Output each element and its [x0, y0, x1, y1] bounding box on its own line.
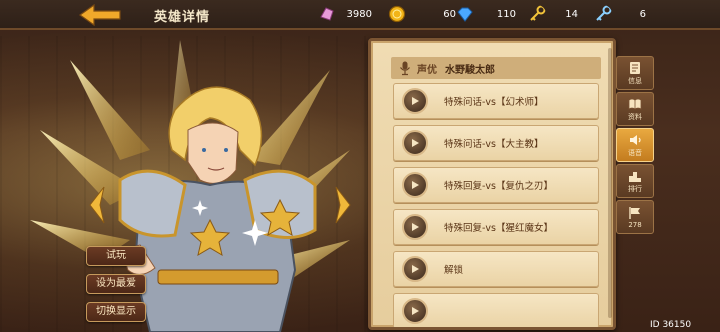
- tab-info[interactable]: 信息: [616, 56, 654, 90]
- resource-silver-key: 6: [594, 4, 646, 24]
- voice-line-item[interactable]: 特殊回复-vs【复仇之刃】: [393, 167, 599, 203]
- voice-line-title: 特殊回复-vs【猩红魔女】: [444, 223, 553, 234]
- info-scroll-icon: [630, 61, 640, 74]
- play-button[interactable]: [402, 298, 428, 324]
- back-arrow-icon: [78, 4, 121, 26]
- play-icon: [412, 223, 419, 231]
- voice-line-title: 解锁: [444, 265, 464, 276]
- resource-crystal: 3980: [318, 4, 372, 24]
- voice-line-item[interactable]: 特殊问话-vs【幻术师】: [393, 83, 599, 119]
- resource-gold-key: 14: [528, 4, 578, 24]
- play-icon: [412, 307, 419, 315]
- voice-line-title: 特殊回复-vs【复仇之刃】: [444, 181, 553, 192]
- play-icon: [412, 139, 419, 147]
- voice-line-title: 特殊问话-vs【大主教】: [444, 139, 544, 150]
- play-icon: [412, 265, 419, 273]
- tab-voice-label: 语音: [628, 148, 642, 157]
- gold-coin-icon: [388, 5, 406, 23]
- play-button[interactable]: [402, 88, 428, 114]
- voice-list-scrollbar[interactable]: [608, 48, 612, 318]
- voice-line-item[interactable]: 特殊问话-vs【大主教】: [393, 125, 599, 161]
- ranking-icon: [629, 171, 641, 182]
- next-hero-arrow-icon[interactable]: [334, 185, 352, 225]
- resource-gold: 60: [388, 4, 456, 24]
- voice-actor-label: 声优: [417, 64, 437, 76]
- tab-info-label: 信息: [628, 76, 642, 85]
- tab-comments-count: 278: [628, 220, 642, 229]
- voice-line-title: 特殊问话-vs【幻术师】: [444, 97, 544, 108]
- silver-key-count: 6: [639, 8, 646, 20]
- play-button[interactable]: [402, 130, 428, 156]
- tab-profile[interactable]: 资料: [616, 92, 654, 126]
- back-button[interactable]: [70, 2, 130, 28]
- book-icon: [628, 98, 642, 110]
- tab-voice[interactable]: 语音: [616, 128, 654, 162]
- tab-profile-label: 资料: [628, 112, 642, 121]
- voice-line-item[interactable]: 特殊回复-vs【猩红魔女】: [393, 209, 599, 245]
- speaker-icon: [630, 134, 641, 145]
- gold-key-count: 14: [565, 8, 578, 20]
- gold-count: 60: [443, 8, 456, 20]
- flag-icon: [629, 206, 640, 219]
- microphone-icon: [400, 61, 410, 76]
- set-favorite-button[interactable]: 设为最爱: [86, 274, 146, 294]
- top-bar: 英雄详情 3980 60 110 14 6: [0, 0, 720, 30]
- page-title: 英雄详情: [154, 10, 211, 25]
- gold-key-icon: [530, 5, 546, 21]
- voice-actor-name: 水野駿太郎: [445, 64, 495, 76]
- voice-actor-row: 声优 水野駿太郎: [391, 57, 601, 79]
- voice-line-item[interactable]: 解锁: [393, 251, 599, 287]
- diamond-count: 110: [496, 8, 516, 20]
- resource-diamond: 110: [456, 4, 516, 24]
- play-button[interactable]: [402, 256, 428, 282]
- silver-key-icon: [596, 5, 612, 21]
- voice-panel: 声优 水野駿太郎 特殊问话-vs【幻术师】 特殊问话-vs【大主教】 特殊回复-…: [368, 38, 616, 330]
- play-button[interactable]: [402, 214, 428, 240]
- tab-ranking[interactable]: 排行: [616, 164, 654, 198]
- voice-line-item[interactable]: [393, 293, 599, 327]
- user-id: ID 36150: [650, 320, 692, 330]
- crystal-icon: [320, 7, 334, 21]
- play-button[interactable]: [402, 172, 428, 198]
- diamond-icon: [457, 7, 473, 22]
- play-icon: [412, 97, 419, 105]
- tab-comments[interactable]: 278: [616, 200, 654, 234]
- trial-button[interactable]: 试玩: [86, 246, 146, 266]
- tab-ranking-label: 排行: [628, 184, 642, 193]
- play-icon: [412, 181, 419, 189]
- prev-hero-arrow-icon[interactable]: [88, 185, 106, 225]
- crystal-count: 3980: [346, 8, 372, 20]
- toggle-display-button[interactable]: 切换显示: [86, 302, 146, 322]
